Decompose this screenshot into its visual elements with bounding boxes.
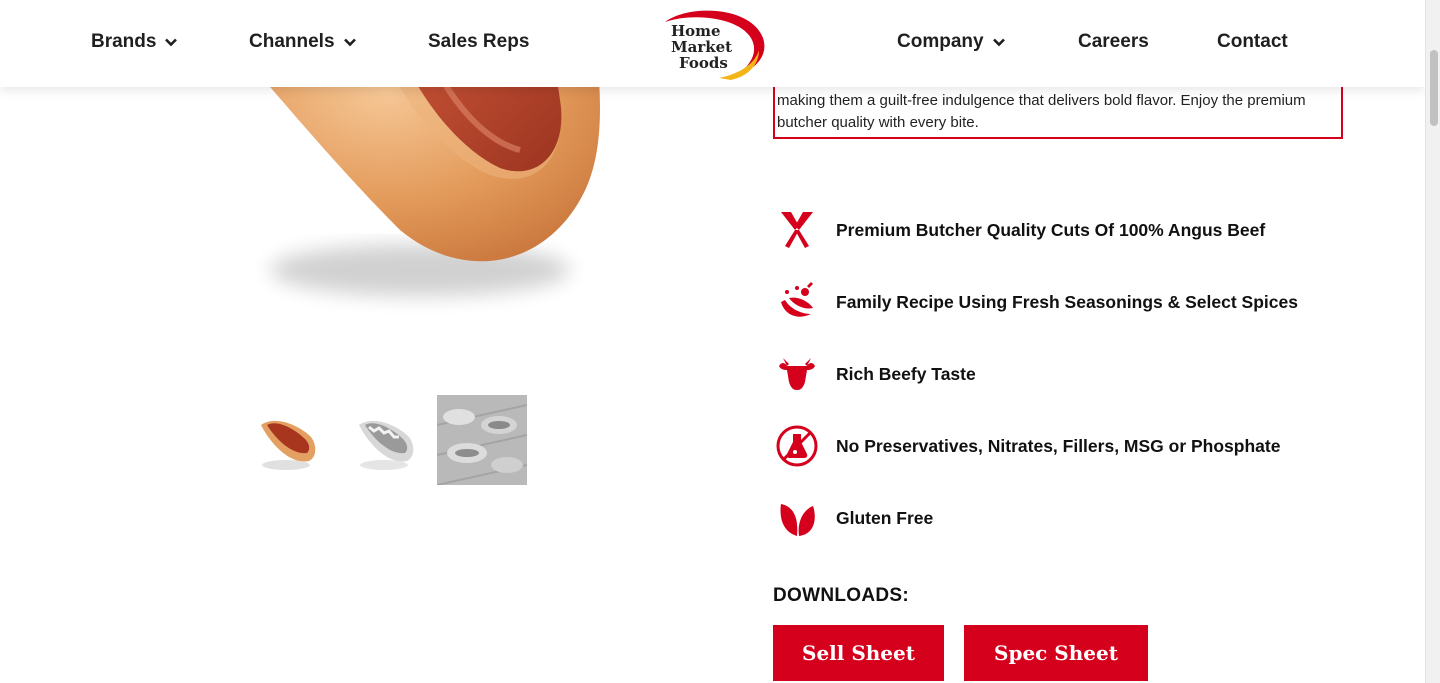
hot-dog-mustard-thumbnail-image bbox=[359, 420, 414, 470]
hot-dog-thumbnail-image bbox=[261, 420, 316, 470]
feature-label: No Preservatives, Nitrates, Fillers, MSG… bbox=[836, 435, 1281, 456]
nav-careers-label: Careers bbox=[1078, 31, 1149, 52]
chevron-down-icon bbox=[992, 38, 1005, 47]
feature-item: Family Recipe Using Fresh Seasonings & S… bbox=[775, 266, 1395, 338]
site-header: Brands Channels Sales Reps Home Market F… bbox=[0, 0, 1425, 87]
feature-item: Rich Beefy Taste bbox=[775, 338, 1395, 410]
thumbnail-hot-dog-mustard[interactable] bbox=[339, 395, 429, 485]
thumbnail-hot-dog-platter[interactable] bbox=[437, 395, 527, 485]
nav-channels[interactable]: Channels bbox=[249, 31, 357, 53]
nav-sales-reps-label: Sales Reps bbox=[428, 31, 530, 52]
feature-label: Gluten Free bbox=[836, 507, 934, 528]
hot-dog-platter-thumbnail-image bbox=[437, 395, 527, 485]
chevron-down-icon bbox=[343, 38, 356, 47]
logo-text-foods: Foods bbox=[679, 54, 728, 72]
feature-item: Gluten Free bbox=[775, 482, 1395, 554]
feature-label: Premium Butcher Quality Cuts Of 100% Ang… bbox=[836, 219, 1266, 240]
nav-sales-reps[interactable]: Sales Reps bbox=[428, 31, 529, 53]
nav-company-label: Company bbox=[897, 31, 984, 52]
scrollbar-thumb[interactable] bbox=[1430, 50, 1438, 126]
spices-icon bbox=[775, 280, 819, 324]
chevron-down-icon bbox=[165, 38, 178, 47]
product-description-text: making them a guilt-free indulgence that… bbox=[777, 92, 1306, 131]
leaf-icon bbox=[775, 496, 819, 540]
spec-sheet-button[interactable]: Spec Sheet bbox=[964, 625, 1148, 681]
nav-company[interactable]: Company bbox=[897, 31, 1006, 53]
nav-channels-label: Channels bbox=[249, 31, 335, 52]
nav-careers[interactable]: Careers bbox=[1078, 31, 1149, 53]
feature-item: No Preservatives, Nitrates, Fillers, MSG… bbox=[775, 410, 1395, 482]
product-thumbnails bbox=[241, 395, 527, 485]
home-market-foods-logo[interactable]: Home Market Foods bbox=[659, 8, 767, 80]
cow-icon bbox=[775, 352, 819, 396]
nav-contact[interactable]: Contact bbox=[1217, 31, 1288, 53]
feature-list: Premium Butcher Quality Cuts Of 100% Ang… bbox=[775, 194, 1395, 554]
sell-sheet-button[interactable]: Sell Sheet bbox=[773, 625, 944, 681]
feature-label: Family Recipe Using Fresh Seasonings & S… bbox=[836, 291, 1298, 312]
no-chemicals-icon bbox=[775, 424, 819, 468]
cleaver-icon bbox=[775, 208, 819, 252]
feature-label: Rich Beefy Taste bbox=[836, 363, 976, 384]
thumbnail-hot-dog[interactable] bbox=[241, 395, 331, 485]
nav-brands-label: Brands bbox=[91, 31, 157, 52]
nav-contact-label: Contact bbox=[1217, 31, 1288, 52]
nav-brands[interactable]: Brands bbox=[91, 31, 178, 53]
feature-item: Premium Butcher Quality Cuts Of 100% Ang… bbox=[775, 194, 1395, 266]
downloads-heading: DOWNLOADS: bbox=[773, 585, 909, 606]
page-scrollbar[interactable] bbox=[1425, 0, 1440, 683]
